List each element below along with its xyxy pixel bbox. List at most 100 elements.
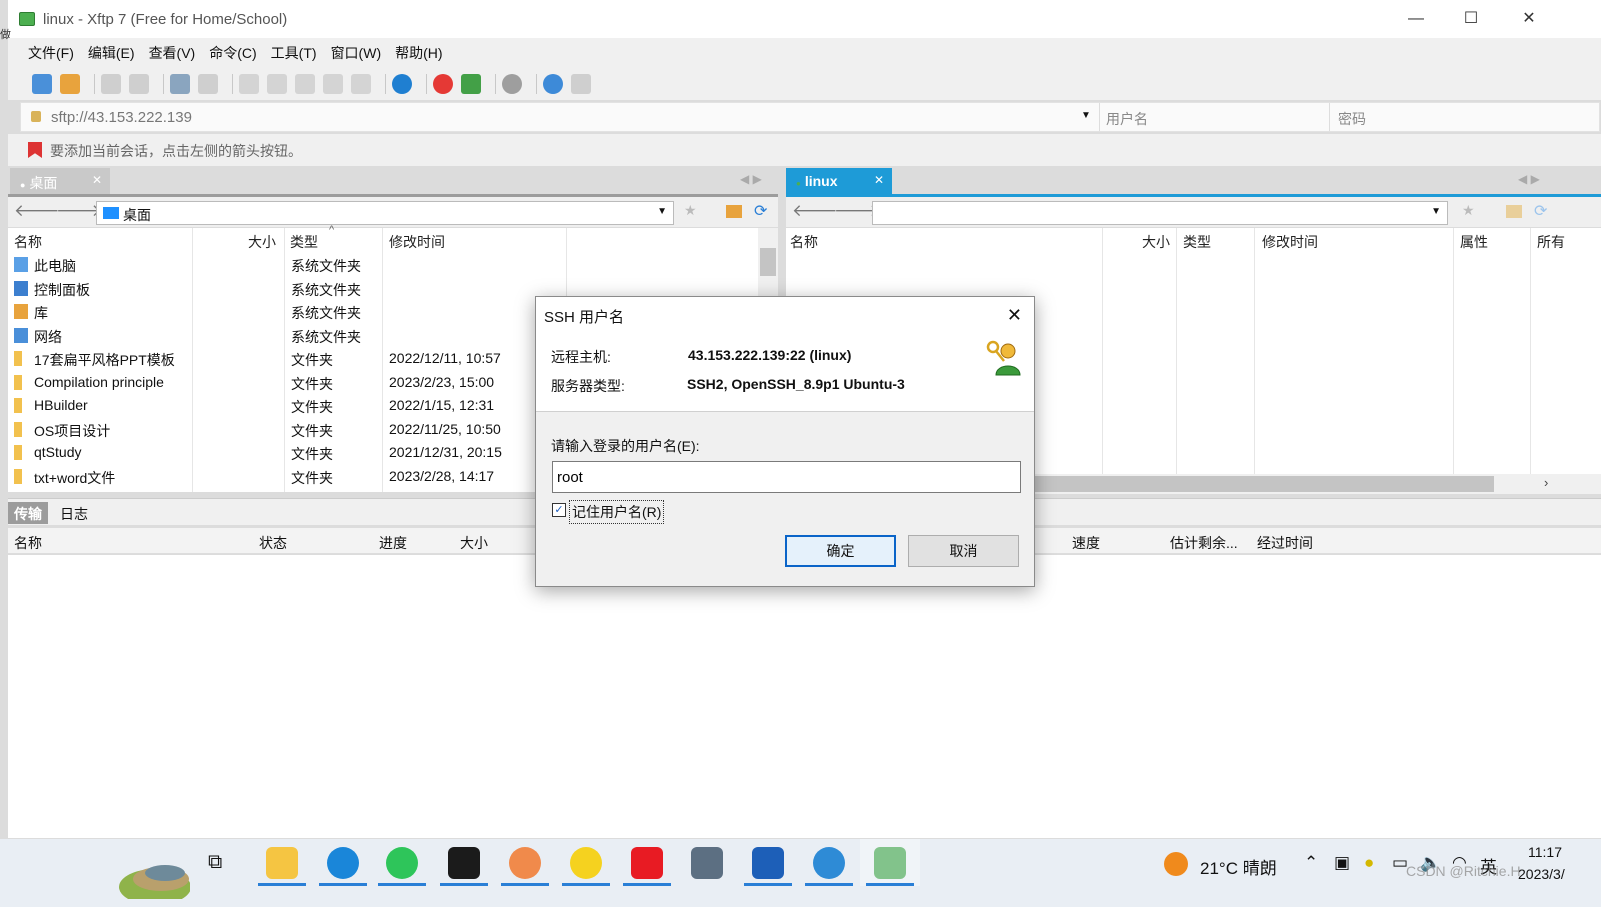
- sync-icon[interactable]: [295, 74, 315, 94]
- col-size[interactable]: 大小: [460, 533, 488, 553]
- col-attributes[interactable]: 属性: [1460, 228, 1488, 252]
- minimize-button[interactable]: —: [1405, 8, 1427, 30]
- col-modified[interactable]: 修改时间: [1262, 228, 1318, 252]
- col-name[interactable]: 名称: [790, 228, 818, 252]
- weather-sun-icon[interactable]: [1164, 852, 1188, 876]
- password-field[interactable]: 密码: [1329, 103, 1599, 131]
- col-speed[interactable]: 速度: [1072, 533, 1100, 553]
- col-size[interactable]: 大小: [248, 228, 276, 252]
- maximize-button[interactable]: ☐: [1460, 8, 1482, 30]
- col-elapsed[interactable]: 经过时间: [1257, 533, 1313, 553]
- clock-date[interactable]: 2023/3/: [1518, 866, 1565, 882]
- address-bar: sftp://43.153.222.139 ▼ 用户名 密码: [20, 102, 1600, 132]
- menu-help[interactable]: 帮助(H): [395, 43, 442, 63]
- calculator-icon[interactable]: [691, 847, 723, 879]
- gear-icon[interactable]: [502, 74, 522, 94]
- refresh-icon[interactable]: ⟳: [1534, 201, 1547, 221]
- qq-music-icon[interactable]: [570, 847, 602, 879]
- chevron-down-icon[interactable]: ▼: [1431, 206, 1441, 217]
- tab-scroll-arrows[interactable]: ◀ ▶: [740, 172, 762, 186]
- col-type[interactable]: 类型: [1183, 228, 1211, 252]
- file-explorer-icon[interactable]: [266, 847, 298, 879]
- col-modified[interactable]: 修改时间: [389, 228, 445, 252]
- tray-music-icon[interactable]: ●: [1364, 853, 1374, 873]
- chevron-down-icon[interactable]: ▼: [1081, 110, 1091, 121]
- right-path-select[interactable]: ▼: [872, 201, 1448, 225]
- back-arrow-icon[interactable]: 🡐: [14, 201, 60, 221]
- chat-icon[interactable]: [571, 74, 591, 94]
- menu-view[interactable]: 查看(V): [149, 43, 196, 63]
- globe-icon[interactable]: [392, 74, 412, 94]
- weather-text[interactable]: 21°C 晴朗: [1200, 854, 1277, 879]
- username-field[interactable]: 用户名: [1099, 103, 1329, 131]
- col-size[interactable]: 大小: [1142, 228, 1170, 252]
- col-type[interactable]: 类型: [290, 228, 318, 252]
- col-name[interactable]: 名称: [14, 533, 42, 553]
- menu-file[interactable]: 文件(F): [28, 43, 74, 63]
- col-name[interactable]: 名称: [14, 228, 42, 252]
- left-path-select[interactable]: 桌面 ▼: [96, 201, 674, 225]
- star-icon[interactable]: ★: [1462, 202, 1475, 219]
- col-remaining[interactable]: 估计剩余...: [1170, 533, 1238, 553]
- tab-linux[interactable]: ● linux ✕: [786, 168, 892, 194]
- username-input[interactable]: [552, 461, 1021, 493]
- play-icon[interactable]: [198, 74, 218, 94]
- back-arrow-icon[interactable]: 🡐: [792, 201, 838, 221]
- word-icon[interactable]: [752, 847, 784, 879]
- menu-edit[interactable]: 编辑(E): [88, 43, 135, 63]
- copy-icon[interactable]: [267, 74, 287, 94]
- tab-desktop[interactable]: ● 桌面 ✕: [10, 168, 110, 194]
- tray-device-icon[interactable]: ▣: [1334, 853, 1350, 873]
- xftp-icon[interactable]: [461, 74, 481, 94]
- help-icon[interactable]: [543, 74, 563, 94]
- home-folder-icon[interactable]: [1506, 205, 1522, 218]
- edge-browser-icon[interactable]: [327, 847, 359, 879]
- remember-username-label[interactable]: 记住用户名(R): [569, 500, 665, 524]
- close-icon[interactable]: ✕: [1007, 305, 1022, 326]
- tab-log[interactable]: 日志: [54, 502, 94, 524]
- wechat-icon[interactable]: [386, 847, 418, 879]
- search-highlight-image[interactable]: [95, 851, 190, 899]
- menu-window[interactable]: 窗口(W): [331, 43, 382, 63]
- home-folder-icon[interactable]: [726, 205, 742, 218]
- file-name: Compilation principle: [34, 373, 164, 390]
- clock-time[interactable]: 11:17: [1528, 844, 1562, 860]
- menu-command[interactable]: 命令(C): [209, 43, 256, 63]
- col-progress[interactable]: 进度: [379, 533, 407, 553]
- col-status[interactable]: 状态: [259, 533, 287, 553]
- close-icon[interactable]: ✕: [874, 173, 884, 187]
- tab-scroll-arrows[interactable]: ◀ ▶: [1518, 172, 1540, 186]
- chevron-down-icon[interactable]: ▼: [657, 206, 667, 217]
- chevron-up-icon[interactable]: ⌃: [1304, 853, 1318, 873]
- properties-icon[interactable]: [170, 74, 190, 94]
- refresh-icon[interactable]: ⟳: [754, 201, 767, 221]
- host-url-input[interactable]: sftp://43.153.222.139: [51, 109, 192, 126]
- remember-username-checkbox[interactable]: ✓: [552, 503, 566, 517]
- col-owner[interactable]: 所有: [1537, 228, 1565, 252]
- ok-button[interactable]: 确定: [785, 535, 896, 567]
- youdao-icon[interactable]: [631, 847, 663, 879]
- disconnect-icon[interactable]: [129, 74, 149, 94]
- stack-icon[interactable]: [351, 74, 371, 94]
- close-window-button[interactable]: ✕: [1518, 8, 1540, 30]
- document-icon[interactable]: [239, 74, 259, 94]
- star-icon[interactable]: ★: [684, 202, 697, 219]
- network-globe-icon[interactable]: [813, 847, 845, 879]
- forward-arrow-icon[interactable]: 🡒: [56, 201, 102, 221]
- connect-icon[interactable]: [101, 74, 121, 94]
- new-session-icon[interactable]: [32, 74, 52, 94]
- task-view-icon[interactable]: ⧉: [208, 851, 222, 874]
- pycharm-icon[interactable]: [448, 847, 480, 879]
- paste-icon[interactable]: [323, 74, 343, 94]
- chevron-right-icon[interactable]: ›: [1544, 475, 1548, 490]
- jupyter-icon[interactable]: [509, 847, 541, 879]
- cancel-button[interactable]: 取消: [908, 535, 1019, 567]
- tab-transfer[interactable]: 传输: [8, 502, 48, 524]
- open-folder-icon[interactable]: [60, 74, 80, 94]
- username-prompt: 请输入登录的用户名(E):: [551, 438, 700, 454]
- list-item[interactable]: 此电脑 系统文件夹: [8, 253, 758, 277]
- xshell-icon[interactable]: [433, 74, 453, 94]
- close-icon[interactable]: ✕: [92, 173, 102, 187]
- menu-tools[interactable]: 工具(T): [271, 43, 317, 63]
- bookmark-icon[interactable]: [28, 142, 42, 158]
